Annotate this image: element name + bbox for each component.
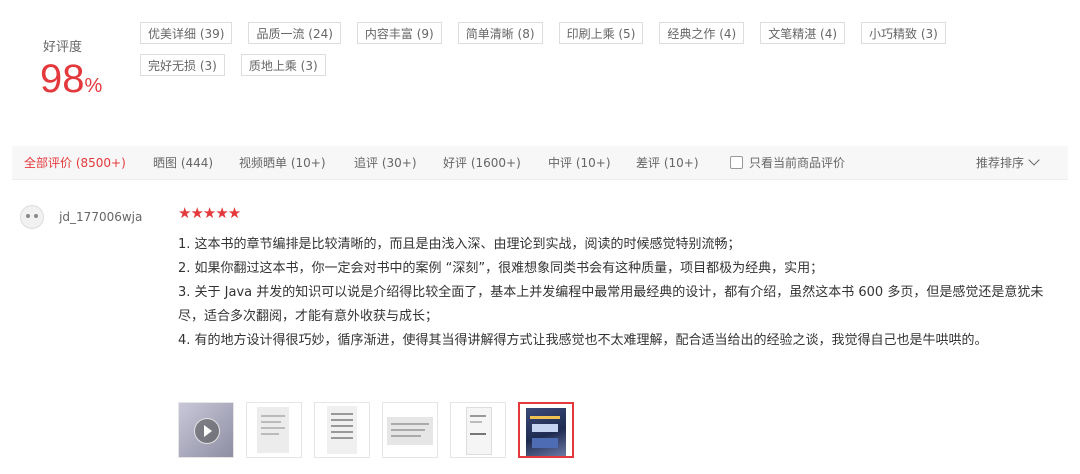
only-current-product-toggle[interactable]: 只看当前商品评价 <box>730 146 845 180</box>
review-filter-bar: 全部评价 (8500+) 晒图 (444) 视频晒单 (10+) 追评 (30+… <box>12 146 1068 180</box>
review-tag[interactable]: 完好无损 (3) <box>140 54 225 76</box>
play-icon[interactable] <box>194 418 220 444</box>
filter-tab-all[interactable]: 全部评价 (8500+) <box>24 146 126 180</box>
rating-percent: 98% <box>40 59 130 99</box>
review-line: 4. 有的地方设计得很巧妙，循序渐进，使得其当得讲解得方式让我感觉也不太难理解，… <box>178 333 988 348</box>
review-text: 1. 这本书的章节编排是比较清晰的，而且是由浅入深、由理论到实战，阅读的时候感觉… <box>178 233 1058 353</box>
avatar[interactable] <box>20 205 44 229</box>
review-tag[interactable]: 内容丰富 (9) <box>356 22 442 44</box>
review-tag[interactable]: 小巧精致 (3) <box>861 22 946 44</box>
only-current-checkbox[interactable] <box>730 156 743 169</box>
image-thumbnail[interactable] <box>314 402 371 458</box>
sort-dropdown[interactable]: 推荐排序 <box>975 146 1040 180</box>
rating-percent-unit: % <box>84 75 103 97</box>
rating-summary: 好评度 98% <box>40 36 130 99</box>
review-line: 1. 这本书的章节编排是比较清晰的，而且是由浅入深、由理论到实战，阅读的时候感觉… <box>178 237 741 252</box>
book-cover-image <box>526 408 567 456</box>
review-user: jd_177006wja <box>20 205 142 229</box>
filter-tab-positive[interactable]: 好评 (1600+) <box>443 146 521 180</box>
review-username: jd_177006wja <box>59 210 143 224</box>
review-tag[interactable]: 品质一流 (24) <box>248 22 341 44</box>
video-thumbnail[interactable] <box>178 402 234 458</box>
filter-tab-photos[interactable]: 晒图 (444) <box>153 146 213 180</box>
review-tag[interactable]: 印刷上乘 (5) <box>558 22 644 44</box>
review-line: 2. 如果你翻过这本书，你一定会对书中的案例 “深刻”，很难想象同类书会有这种质… <box>178 261 824 276</box>
review-tag[interactable]: 简单清晰 (8) <box>457 22 543 44</box>
review-thumbnails <box>178 402 581 458</box>
only-current-label: 只看当前商品评价 <box>749 156 846 170</box>
review-tag[interactable]: 文笔精湛 (4) <box>760 22 846 44</box>
review-tag[interactable]: 优美详细 (39) <box>140 22 233 44</box>
image-thumbnail-selected[interactable] <box>518 402 575 458</box>
filter-tab-negative[interactable]: 差评 (10+) <box>636 146 699 180</box>
image-thumbnail[interactable] <box>246 402 303 458</box>
filter-tab-followup[interactable]: 追评 (30+) <box>354 146 417 180</box>
image-thumbnail[interactable] <box>450 402 507 458</box>
filter-tab-videos[interactable]: 视频晒单 (10+) <box>239 146 326 180</box>
review-tag[interactable]: 质地上乘 (3) <box>240 54 326 76</box>
review-tags: 优美详细 (39) 品质一流 (24) 内容丰富 (9) 简单清晰 (8) 印刷上乘 (… <box>140 22 1060 86</box>
review-line: 3. 关于 Java 并发的知识可以说是介绍得比较全面了，基本上并发编程中最常用… <box>178 285 1044 324</box>
chevron-down-icon <box>1028 154 1040 166</box>
image-thumbnail[interactable] <box>382 402 439 458</box>
review-stars: ★★★★★ <box>178 204 241 222</box>
rating-label: 好评度 <box>43 40 83 55</box>
sort-label: 推荐排序 <box>975 156 1024 170</box>
review-tag[interactable]: 经典之作 (4) <box>659 22 745 44</box>
rating-percent-value: 98 <box>40 57 85 101</box>
filter-tab-neutral[interactable]: 中评 (10+) <box>548 146 611 180</box>
